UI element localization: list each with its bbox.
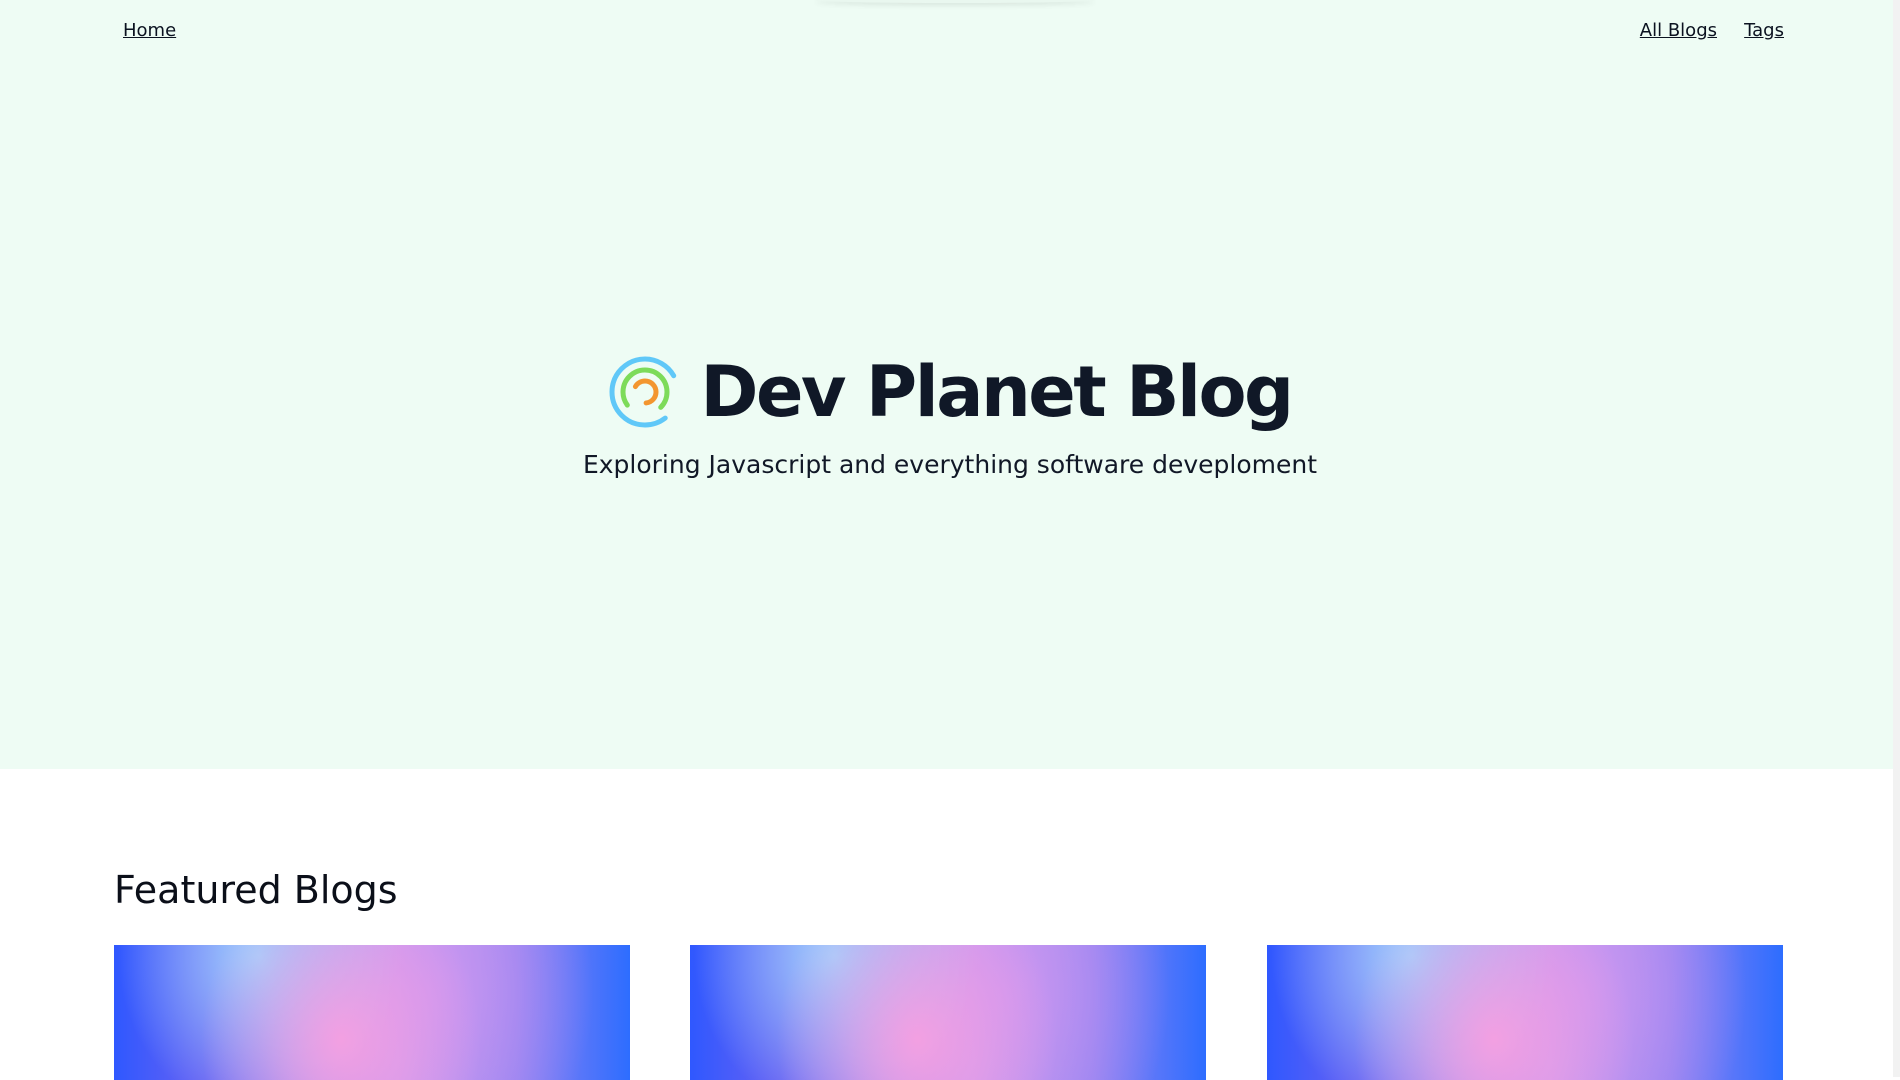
nav-all-blogs-link[interactable]: All Blogs bbox=[1640, 20, 1717, 41]
featured-blog-card-image[interactable] bbox=[1267, 945, 1783, 1080]
featured-blog-card-image[interactable] bbox=[114, 945, 630, 1080]
featured-blogs-heading: Featured Blogs bbox=[114, 868, 398, 912]
dev-planet-logo-icon bbox=[609, 356, 681, 428]
nav-home-link[interactable]: Home bbox=[123, 20, 176, 41]
nav-tags-link[interactable]: Tags bbox=[1744, 20, 1784, 41]
site-title: Dev Planet Blog bbox=[700, 351, 1294, 433]
featured-blog-card-image[interactable] bbox=[690, 945, 1206, 1080]
top-nav: Home All Blogs Tags bbox=[0, 0, 1900, 66]
page-scrollbar[interactable] bbox=[1893, 0, 1900, 1077]
hero-section: Home All Blogs Tags Dev Planet Blog Expl… bbox=[0, 0, 1900, 769]
site-subtitle: Exploring Javascript and everything soft… bbox=[582, 450, 1318, 479]
brand: Dev Planet Blog bbox=[0, 352, 1900, 432]
